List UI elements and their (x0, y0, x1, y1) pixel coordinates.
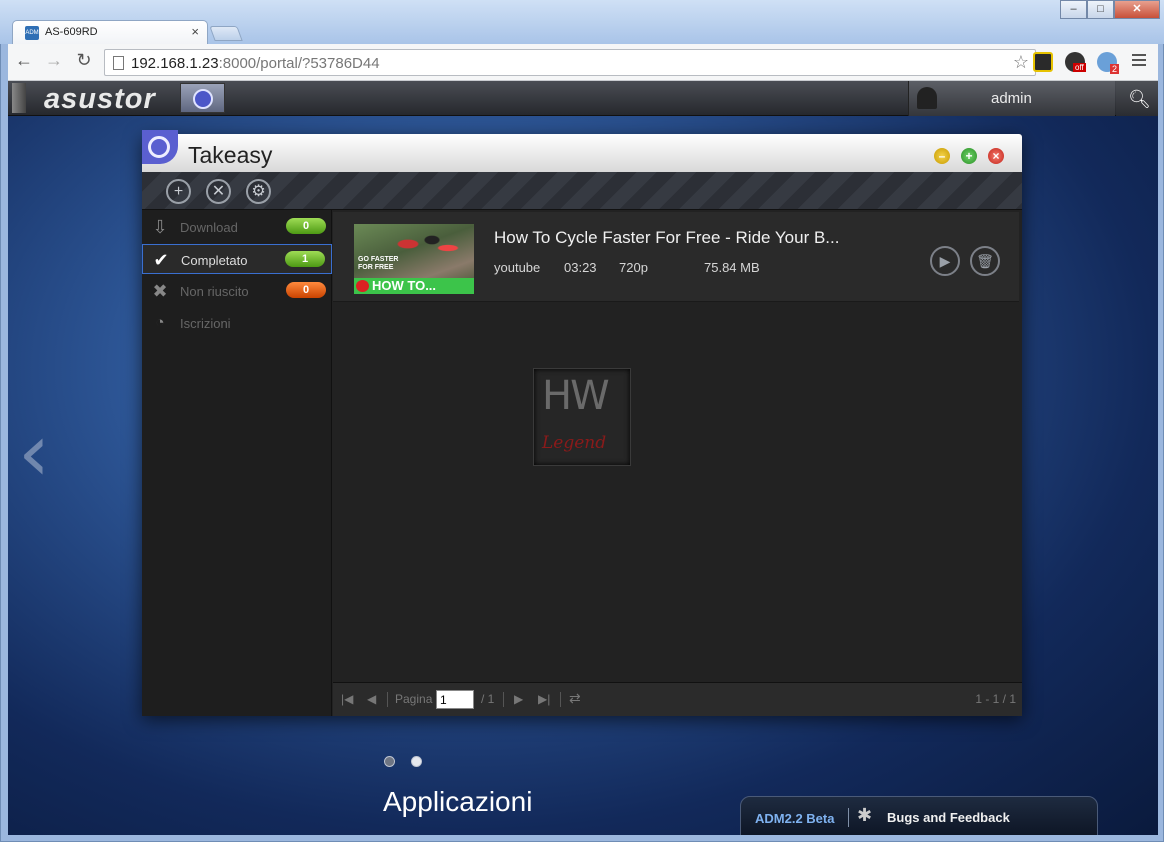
thumbnail-caption: HOW TO... (372, 278, 437, 293)
bugs-feedback-link[interactable]: Bugs and Feedback (887, 810, 1010, 825)
video-size: 75.84 MB (704, 260, 760, 275)
takeasy-logo-icon (142, 130, 178, 164)
window-maximize-button[interactable]: + (961, 148, 977, 164)
list-item[interactable]: GO FASTER FOR FREE HOW TO... How To Cycl… (333, 212, 1019, 302)
page-icon (113, 56, 124, 70)
reload-icon[interactable]: ↻ (72, 50, 96, 71)
page-dot-1[interactable] (384, 756, 395, 767)
url-text[interactable]: 192.168.1.23:8000/portal/?53786D44 (131, 55, 380, 72)
browser-toolbar: ← → ↻ 192.168.1.23:8000/portal/?53786D44… (8, 44, 1158, 81)
search-button[interactable]: 🔍︎ (1116, 81, 1158, 116)
thumbnail-tag: GO FASTER FOR FREE (358, 256, 399, 271)
x-icon: ✖ (152, 281, 168, 301)
close-window-button[interactable]: ✕ (1114, 0, 1160, 19)
sidebar-item-completato[interactable]: ✔ Completato 1 (142, 244, 332, 274)
back-icon[interactable]: ← (12, 50, 36, 71)
download-count-badge: 0 (286, 218, 326, 234)
pagination-bar: |◀ ◀ Pagina / 1 ▶ ▶| ⇄ 1 - 1 / 1 (333, 682, 1022, 716)
section-title: Applicazioni (383, 786, 533, 817)
takeasy-taskbar-button[interactable] (180, 83, 225, 113)
maximize-button[interactable]: □ (1087, 0, 1114, 19)
next-page-icon[interactable]: ▶ (514, 692, 523, 706)
prev-page-icon[interactable]: ◀ (367, 692, 376, 706)
page-number-input[interactable] (436, 690, 474, 709)
adm-version: ADM2.2 Beta (755, 811, 835, 826)
forward-icon[interactable]: → (42, 50, 66, 71)
tab-title: AS-609RD (45, 26, 98, 38)
rss-icon: ◔ (155, 314, 165, 331)
download-icon: ⇩ (152, 217, 168, 237)
extension-off-badge: off (1073, 63, 1086, 72)
extension-checkmark-icon[interactable] (1033, 52, 1053, 72)
window-toolbar: + ✕ ⚙ (142, 172, 1022, 210)
tab-close-icon[interactable]: × (191, 24, 199, 39)
page-total: / 1 (481, 692, 495, 706)
extension-count-badge: 2 (1110, 64, 1120, 74)
refresh-icon[interactable]: ⇄ (569, 690, 581, 707)
video-duration: 03:23 (564, 260, 597, 275)
user-avatar-icon (917, 87, 937, 109)
last-page-icon[interactable]: ▶| (538, 692, 550, 706)
adm-topbar: asustor admin 🔍︎ (8, 81, 1158, 116)
previous-page-arrow-icon[interactable]: ‹ (18, 406, 50, 499)
topbar-grip (12, 83, 26, 113)
window-titlebar[interactable]: Takeasy – + × (142, 130, 1022, 172)
task-list: GO FASTER FOR FREE HOW TO... How To Cycl… (333, 210, 1022, 716)
sidebar-item-iscrizioni[interactable]: ◔ Iscrizioni (142, 308, 332, 338)
address-bar[interactable]: 192.168.1.23:8000/portal/?53786D44 ☆ (104, 49, 1036, 76)
check-icon: ✔ (153, 250, 169, 270)
feedback-panel: ADM2.2 Beta ✱ Bugs and Feedback (740, 796, 1098, 835)
tab-strip: ADM AS-609RD × – □ ✕ (0, 0, 1164, 44)
sidebar-item-download[interactable]: ⇩ Download 0 (142, 212, 332, 242)
adm-desktop: ‹ Takeasy – + × + ✕ ⚙ ⇩ Download 0 ✔ Com… (8, 116, 1158, 835)
bug-icon: ✱ (857, 805, 873, 825)
page-label: Pagina (395, 692, 433, 706)
sidebar-item-non-riuscito[interactable]: ✖ Non riuscito 0 (142, 276, 332, 306)
task-sidebar: ⇩ Download 0 ✔ Completato 1 ✖ Non riusci… (142, 210, 332, 716)
settings-gear-button[interactable]: ⚙ (246, 179, 271, 204)
user-menu[interactable]: admin (908, 81, 1115, 116)
new-tab-button[interactable] (209, 26, 243, 41)
video-quality: 720p (619, 260, 648, 275)
adm-favicon-icon: ADM (25, 26, 39, 40)
bookmark-star-icon[interactable]: ☆ (1013, 52, 1029, 73)
play-button[interactable]: ▶ (930, 246, 960, 276)
delete-trash-button[interactable]: 🗑︎ (970, 246, 1000, 276)
takeasy-icon (193, 89, 213, 109)
asustor-logo: asustor (44, 83, 156, 115)
remove-task-button[interactable]: ✕ (206, 179, 231, 204)
completed-count-badge: 1 (285, 251, 325, 267)
hwlegend-watermark: HW Legend (533, 368, 631, 466)
user-name: admin (991, 90, 1032, 107)
gcn-logo-icon (356, 280, 369, 292)
search-icon: 🔍︎ (1128, 89, 1151, 109)
takeasy-window: Takeasy – + × + ✕ ⚙ ⇩ Download 0 ✔ Compl… (142, 130, 1022, 716)
browser-menu-icon[interactable] (1132, 54, 1146, 69)
window-title: Takeasy (188, 142, 273, 168)
browser-tab[interactable]: ADM AS-609RD × (12, 20, 208, 44)
failed-count-badge: 0 (286, 282, 326, 298)
video-title: How To Cycle Faster For Free - Ride Your… (494, 228, 840, 247)
window-minimize-button[interactable]: – (934, 148, 950, 164)
first-page-icon[interactable]: |◀ (341, 692, 353, 706)
window-controls: – □ ✕ (1060, 0, 1160, 19)
minimize-button[interactable]: – (1060, 0, 1087, 19)
result-range: 1 - 1 / 1 (975, 692, 1016, 706)
window-close-button[interactable]: × (988, 148, 1004, 164)
video-thumbnail: GO FASTER FOR FREE HOW TO... (354, 224, 474, 294)
add-task-button[interactable]: + (166, 179, 191, 204)
video-source: youtube (494, 260, 541, 275)
page-dot-2[interactable] (411, 756, 422, 767)
